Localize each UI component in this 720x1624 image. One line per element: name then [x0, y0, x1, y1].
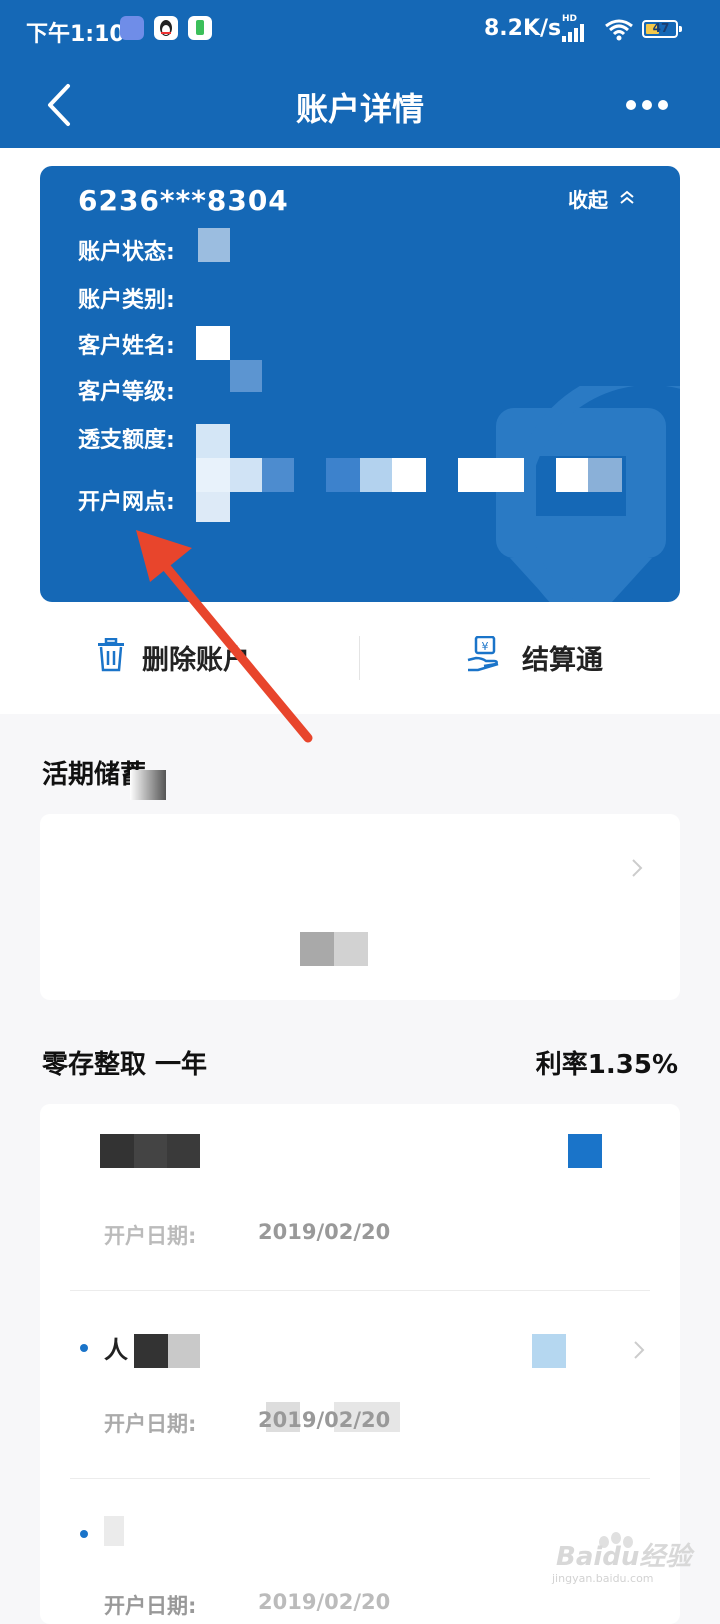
- watermark-url: jingyan.baidu.com: [552, 1572, 654, 1585]
- overdraft-limit-label: 透支额度:: [78, 428, 175, 453]
- chevron-up-icon[interactable]: [618, 188, 636, 206]
- settlement-icon[interactable]: ¥: [466, 636, 502, 674]
- open-date-value: 2019/02/20: [258, 1590, 391, 1614]
- row-amount-redaction: [568, 1134, 602, 1168]
- customer-level-label: 客户等级:: [78, 380, 175, 405]
- row-name-redaction: [100, 1134, 200, 1168]
- account-status-label: 账户状态:: [78, 240, 175, 265]
- fixed-deposit-title: 零存整取 一年: [42, 1050, 208, 1080]
- collapse-button[interactable]: 收起: [568, 184, 608, 213]
- battery-icon: 47: [642, 20, 682, 38]
- app-notification-icon: [120, 16, 144, 40]
- open-date-value: 2019/02/20: [258, 1220, 391, 1244]
- wifi-icon: [605, 19, 633, 41]
- status-time: 下午1:10: [26, 22, 125, 47]
- battery-app-notification-icon: [188, 16, 212, 40]
- action-divider: [359, 636, 360, 680]
- row-divider: [70, 1290, 650, 1291]
- account-number: 6236***8304: [78, 184, 289, 217]
- account-type-label: 账户类别:: [78, 288, 175, 313]
- qq-notification-icon: [154, 16, 178, 40]
- more-options-icon[interactable]: [626, 100, 670, 112]
- watermark-text: Baidu经验: [556, 1542, 692, 1572]
- signal-icon: [562, 22, 592, 42]
- balance-redaction: [300, 932, 334, 966]
- customer-name-label: 客户姓名:: [78, 334, 175, 359]
- action-row: 删除账户 ¥ 结算通: [0, 612, 720, 712]
- svg-text:¥: ¥: [482, 640, 489, 653]
- battery-percent: 47: [652, 21, 670, 35]
- chevron-right-icon[interactable]: [630, 858, 644, 878]
- trash-icon[interactable]: [96, 638, 126, 672]
- opening-branch-label: 开户网点:: [78, 490, 175, 515]
- list-bullet: [80, 1530, 88, 1538]
- nav-bar: 账户详情: [0, 62, 720, 148]
- row-amount-redaction: [532, 1334, 566, 1368]
- interest-rate: 利率1.35%: [535, 1050, 678, 1080]
- open-date-label: 开户日期:: [104, 1412, 197, 1436]
- open-date-label: 开户日期:: [104, 1224, 197, 1248]
- bank-logo-watermark-icon: [496, 386, 680, 602]
- status-bar: 下午1:10 8.2K/s HD 47: [0, 0, 720, 62]
- demand-deposit-panel[interactable]: [40, 814, 680, 1000]
- delete-account-button[interactable]: 删除账户: [142, 638, 250, 677]
- row-divider: [70, 1478, 650, 1479]
- row-name-redaction: [104, 1516, 124, 1546]
- open-date-label: 开户日期:: [104, 1594, 197, 1618]
- balance-redaction-2: [334, 932, 368, 966]
- row-name: 人: [104, 1336, 128, 1364]
- account-card: 6236***8304 收起 账户状态: 账户类别: 客户姓名: 客户等级: 透…: [40, 166, 680, 602]
- settlement-button[interactable]: 结算通: [522, 638, 603, 677]
- page-title: 账户详情: [295, 90, 424, 128]
- row-name-redaction: [134, 1334, 168, 1368]
- chevron-right-icon[interactable]: [632, 1340, 646, 1360]
- network-speed: 8.2K/s: [484, 16, 562, 41]
- row-name-redaction-2: [168, 1334, 200, 1368]
- title-redaction: [130, 770, 166, 800]
- open-date-value: 2019/02/20: [258, 1408, 391, 1432]
- list-bullet: [80, 1344, 88, 1352]
